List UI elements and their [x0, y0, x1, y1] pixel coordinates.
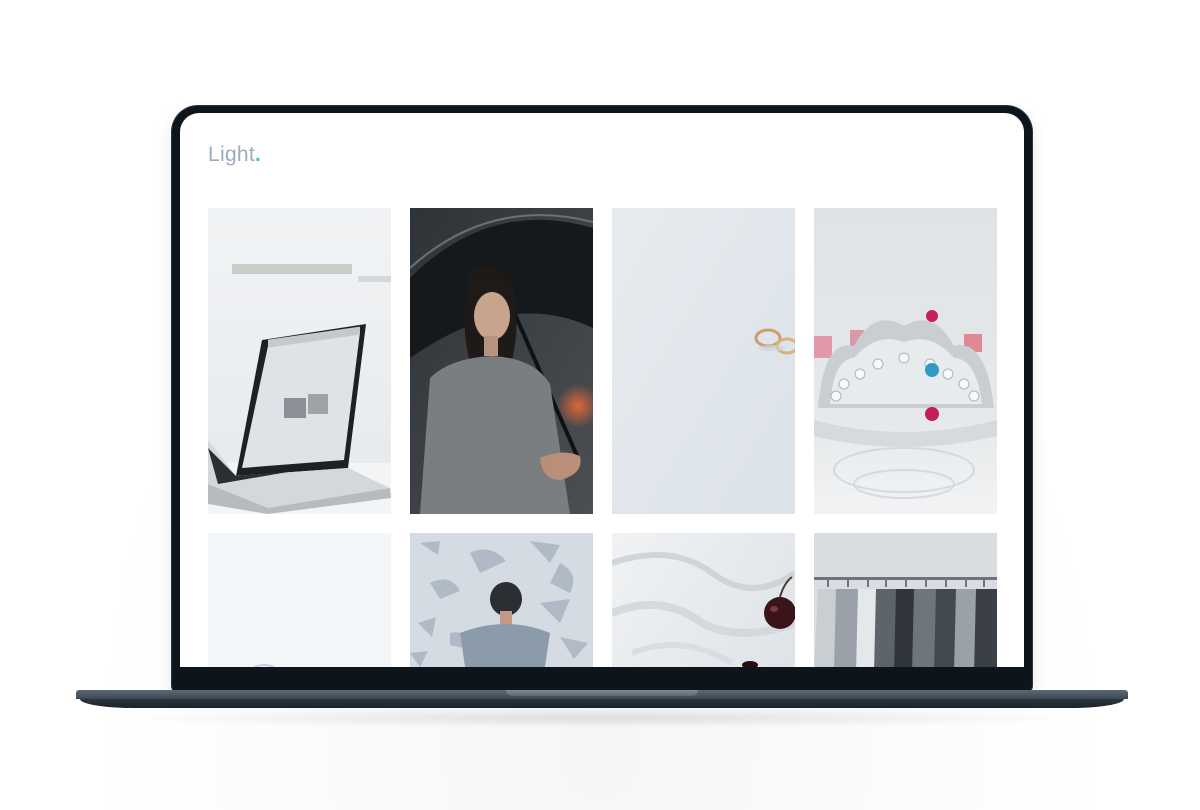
opening-notch: [506, 690, 698, 696]
logo-dot: .: [255, 143, 262, 166]
clothes-photo: [814, 533, 997, 667]
gallery-tile-clothes[interactable]: [814, 533, 997, 667]
photo-gallery: [208, 208, 997, 667]
rings-photo: [612, 208, 795, 514]
gallery-tile-tiara[interactable]: [814, 208, 997, 514]
base-bottom: [80, 699, 1124, 708]
umbrella-photo: [410, 208, 593, 514]
tiara-photo: [814, 208, 997, 514]
gallery-tile-fabric[interactable]: [612, 533, 795, 667]
gallery-tile-rings[interactable]: [612, 208, 795, 514]
device-mockup: Light.: [0, 0, 1200, 810]
fabric-photo: [612, 533, 795, 667]
laptop-photo: [208, 208, 391, 514]
gallery-tile-umbrella[interactable]: [410, 208, 593, 514]
gallery-tile-paper[interactable]: [208, 533, 391, 667]
man-photo: [410, 533, 593, 667]
site-header: Light.: [208, 143, 261, 177]
laptop-screen: Light.: [180, 113, 1024, 667]
laptop-lid: Light.: [172, 106, 1032, 692]
laptop-base: [76, 690, 1128, 712]
logo-text: Light: [208, 143, 256, 166]
gallery-tile-laptop[interactable]: [208, 208, 391, 514]
paper-photo: [208, 533, 391, 667]
site-logo[interactable]: Light.: [208, 143, 261, 167]
gallery-tile-man[interactable]: [410, 533, 593, 667]
